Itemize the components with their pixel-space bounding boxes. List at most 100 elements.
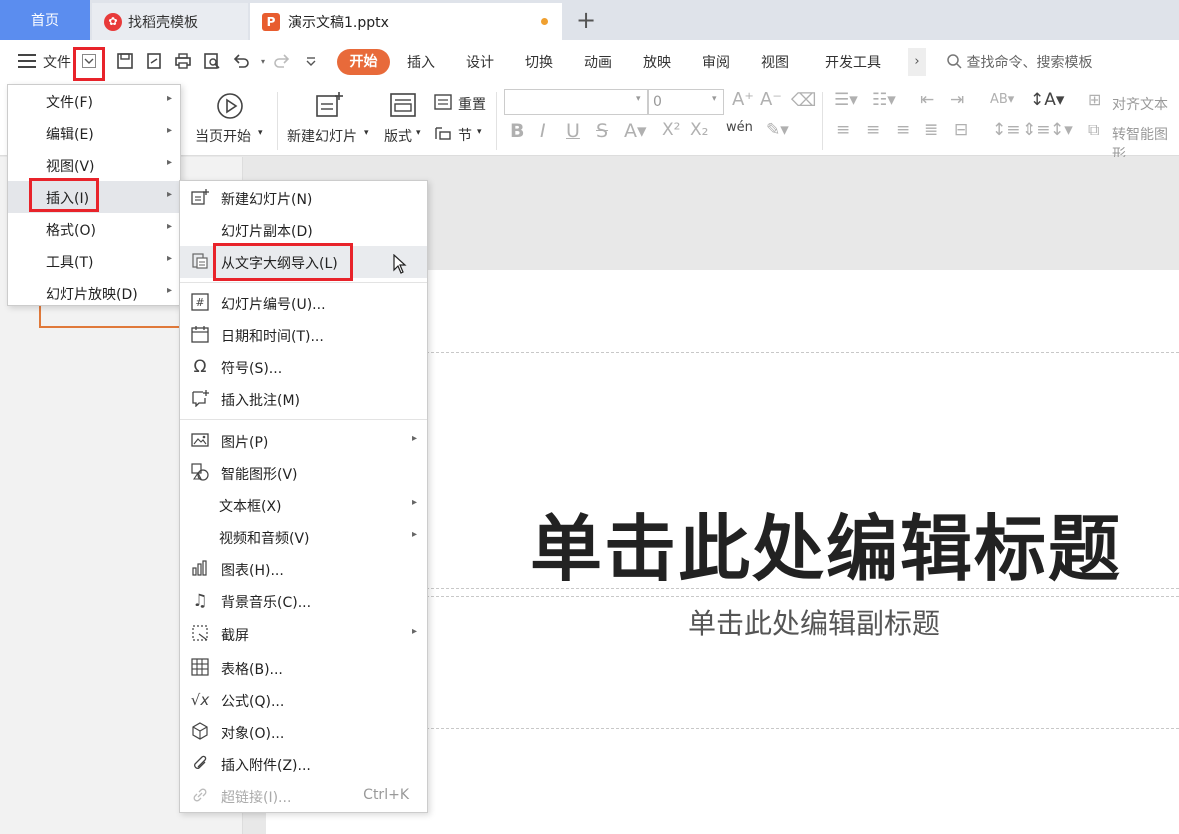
spacing-more-icon[interactable]: ↕▾: [1050, 120, 1073, 140]
undo-icon[interactable]: [230, 51, 252, 73]
reset-button[interactable]: 重置: [458, 94, 486, 114]
submenu-item-background-music[interactable]: ♫ 背景音乐(C)...: [180, 585, 427, 617]
new-slide-dropdown-icon[interactable]: ▾: [364, 128, 369, 138]
font-name-select[interactable]: [504, 89, 648, 115]
customize-toolbar-icon[interactable]: [300, 51, 322, 73]
font-size-dropdown-icon[interactable]: ▾: [712, 94, 717, 104]
page-start-button[interactable]: 当页开始: [195, 126, 251, 146]
tab-start[interactable]: 开始: [337, 49, 390, 75]
underline-icon[interactable]: U: [566, 120, 580, 142]
layout-dropdown-icon[interactable]: ▾: [416, 128, 421, 138]
tab-document[interactable]: P 演示文稿1.pptx: [250, 3, 562, 40]
submenu-item-slide-number[interactable]: # 幻灯片编号(U)...: [180, 287, 427, 319]
strikethrough-icon[interactable]: S: [596, 120, 608, 142]
tab-home[interactable]: 首页: [0, 0, 90, 40]
tab-insert[interactable]: 插入: [407, 52, 435, 72]
increase-font-icon[interactable]: A⁺: [732, 89, 754, 110]
menu-item-slideshow[interactable]: 幻灯片放映(D) ▸: [8, 277, 180, 309]
menu-item-file[interactable]: 文件(F) ▸: [8, 85, 180, 117]
italic-icon[interactable]: I: [540, 120, 546, 142]
export-pdf-icon[interactable]: [143, 51, 165, 73]
page-start-dropdown-icon[interactable]: ▾: [258, 128, 263, 138]
slide-subtitle-placeholder[interactable]: 单击此处编辑副标题: [426, 602, 1179, 642]
section-dropdown-icon[interactable]: ▾: [477, 127, 482, 137]
bold-icon[interactable]: B: [510, 120, 524, 142]
redo-icon[interactable]: [271, 51, 293, 73]
line-spacing-icon[interactable]: ↕≡: [992, 120, 1021, 140]
menu-item-view[interactable]: 视图(V) ▸: [8, 149, 180, 181]
paragraph-spacing-icon[interactable]: ⇕≡: [1022, 120, 1051, 140]
slide-title-placeholder[interactable]: 单击此处编辑标题: [426, 490, 1179, 595]
submenu-item-object[interactable]: 对象(O)...: [180, 716, 427, 748]
section-icon[interactable]: [433, 123, 453, 143]
tab-developer[interactable]: 开发工具: [825, 52, 881, 72]
submenu-item-duplicate-slide[interactable]: 幻灯片副本(D): [180, 214, 427, 246]
tab-animation[interactable]: 动画: [584, 52, 612, 72]
menu-item-format[interactable]: 格式(O) ▸: [8, 213, 180, 245]
bullet-list-icon[interactable]: ☰▾: [834, 90, 858, 110]
layout-icon[interactable]: [388, 92, 418, 120]
new-slide-button[interactable]: 新建幻灯片: [287, 126, 357, 146]
play-icon[interactable]: [214, 92, 246, 120]
subscript-icon[interactable]: X₂: [690, 120, 708, 140]
font-name-dropdown-icon[interactable]: ▾: [636, 94, 641, 104]
file-dropdown-button[interactable]: [73, 47, 105, 81]
save-icon[interactable]: [114, 51, 136, 73]
search-box[interactable]: 查找命令、搜索模板: [946, 52, 1092, 73]
text-direction-icon[interactable]: AB▾: [990, 92, 1014, 107]
decrease-indent-icon[interactable]: ⇤: [920, 90, 934, 110]
submenu-item-hyperlink[interactable]: 超链接(I)... Ctrl+K: [180, 780, 427, 812]
highlight-icon[interactable]: ✎▾: [766, 120, 789, 140]
numbered-list-icon[interactable]: ☷▾: [872, 90, 896, 110]
submenu-item-picture[interactable]: 图片(P) ▸: [180, 425, 427, 457]
submenu-item-video-audio[interactable]: 视频和音频(V) ▸: [180, 521, 427, 553]
submenu-item-textbox[interactable]: 文本框(X) ▸: [180, 489, 427, 521]
align-text-icon[interactable]: ⊞: [1088, 90, 1101, 109]
clear-format-icon[interactable]: ⌫: [791, 90, 816, 111]
file-menu-button[interactable]: 文件: [43, 52, 71, 72]
submenu-item-attachment[interactable]: 插入附件(Z)...: [180, 748, 427, 780]
print-preview-icon[interactable]: [201, 51, 223, 73]
tab-slideshow[interactable]: 放映: [643, 52, 671, 72]
align-left-icon[interactable]: ≡: [836, 120, 850, 140]
tab-design[interactable]: 设计: [466, 52, 494, 72]
align-right-icon[interactable]: ≡: [896, 120, 910, 140]
sort-icon[interactable]: ↕A▾: [1030, 90, 1064, 110]
justify-icon[interactable]: ≣: [924, 120, 938, 140]
submenu-item-smart-graphic[interactable]: 智能图形(V): [180, 457, 427, 489]
align-text-button[interactable]: 对齐文本: [1112, 94, 1168, 114]
font-color-icon[interactable]: A▾: [624, 120, 647, 142]
decrease-font-icon[interactable]: A⁻: [760, 89, 782, 110]
submenu-item-date-time[interactable]: 日期和时间(T)...: [180, 319, 427, 351]
hamburger-icon[interactable]: [18, 54, 36, 68]
submenu-item-formula[interactable]: √x 公式(Q)...: [180, 684, 427, 716]
tab-docer[interactable]: ✿ 找稻壳模板: [92, 3, 248, 40]
pinyin-icon[interactable]: wén: [726, 120, 753, 135]
new-slide-icon[interactable]: [314, 90, 344, 120]
tab-review[interactable]: 审阅: [702, 52, 730, 72]
submenu-item-label: 新建幻灯片(N): [221, 192, 313, 208]
submenu-item-table[interactable]: 表格(B)...: [180, 652, 427, 684]
submenu-item-screenshot[interactable]: 截屏 ▸: [180, 618, 427, 650]
increase-indent-icon[interactable]: ⇥: [950, 90, 964, 110]
tab-transition[interactable]: 切换: [525, 52, 553, 72]
print-icon[interactable]: [172, 51, 194, 73]
more-tabs-button[interactable]: ›: [908, 48, 926, 76]
layout-button[interactable]: 版式: [384, 126, 412, 146]
submenu-item-insert-comment[interactable]: 插入批注(M): [180, 383, 427, 415]
submenu-item-chart[interactable]: 图表(H)...: [180, 553, 427, 585]
menu-item-edit[interactable]: 编辑(E) ▸: [8, 117, 180, 149]
align-center-icon[interactable]: ≡: [866, 120, 880, 140]
tab-view[interactable]: 视图: [761, 52, 789, 72]
distribute-icon[interactable]: ⊟: [954, 120, 968, 140]
superscript-icon[interactable]: X²: [662, 120, 680, 140]
smart-shape-icon[interactable]: ⧉: [1088, 120, 1099, 140]
submenu-item-symbol[interactable]: Ω 符号(S)...: [180, 351, 427, 383]
menu-item-tools[interactable]: 工具(T) ▸: [8, 245, 180, 277]
submenu-item-new-slide[interactable]: 新建幻灯片(N): [180, 182, 427, 214]
reset-icon[interactable]: [433, 92, 453, 112]
add-tab-button[interactable]: +: [572, 6, 600, 34]
section-button[interactable]: 节: [458, 125, 472, 145]
submenu-item-label: 智能图形(V): [221, 467, 298, 483]
menu-item-label: 格式(O): [46, 223, 96, 239]
